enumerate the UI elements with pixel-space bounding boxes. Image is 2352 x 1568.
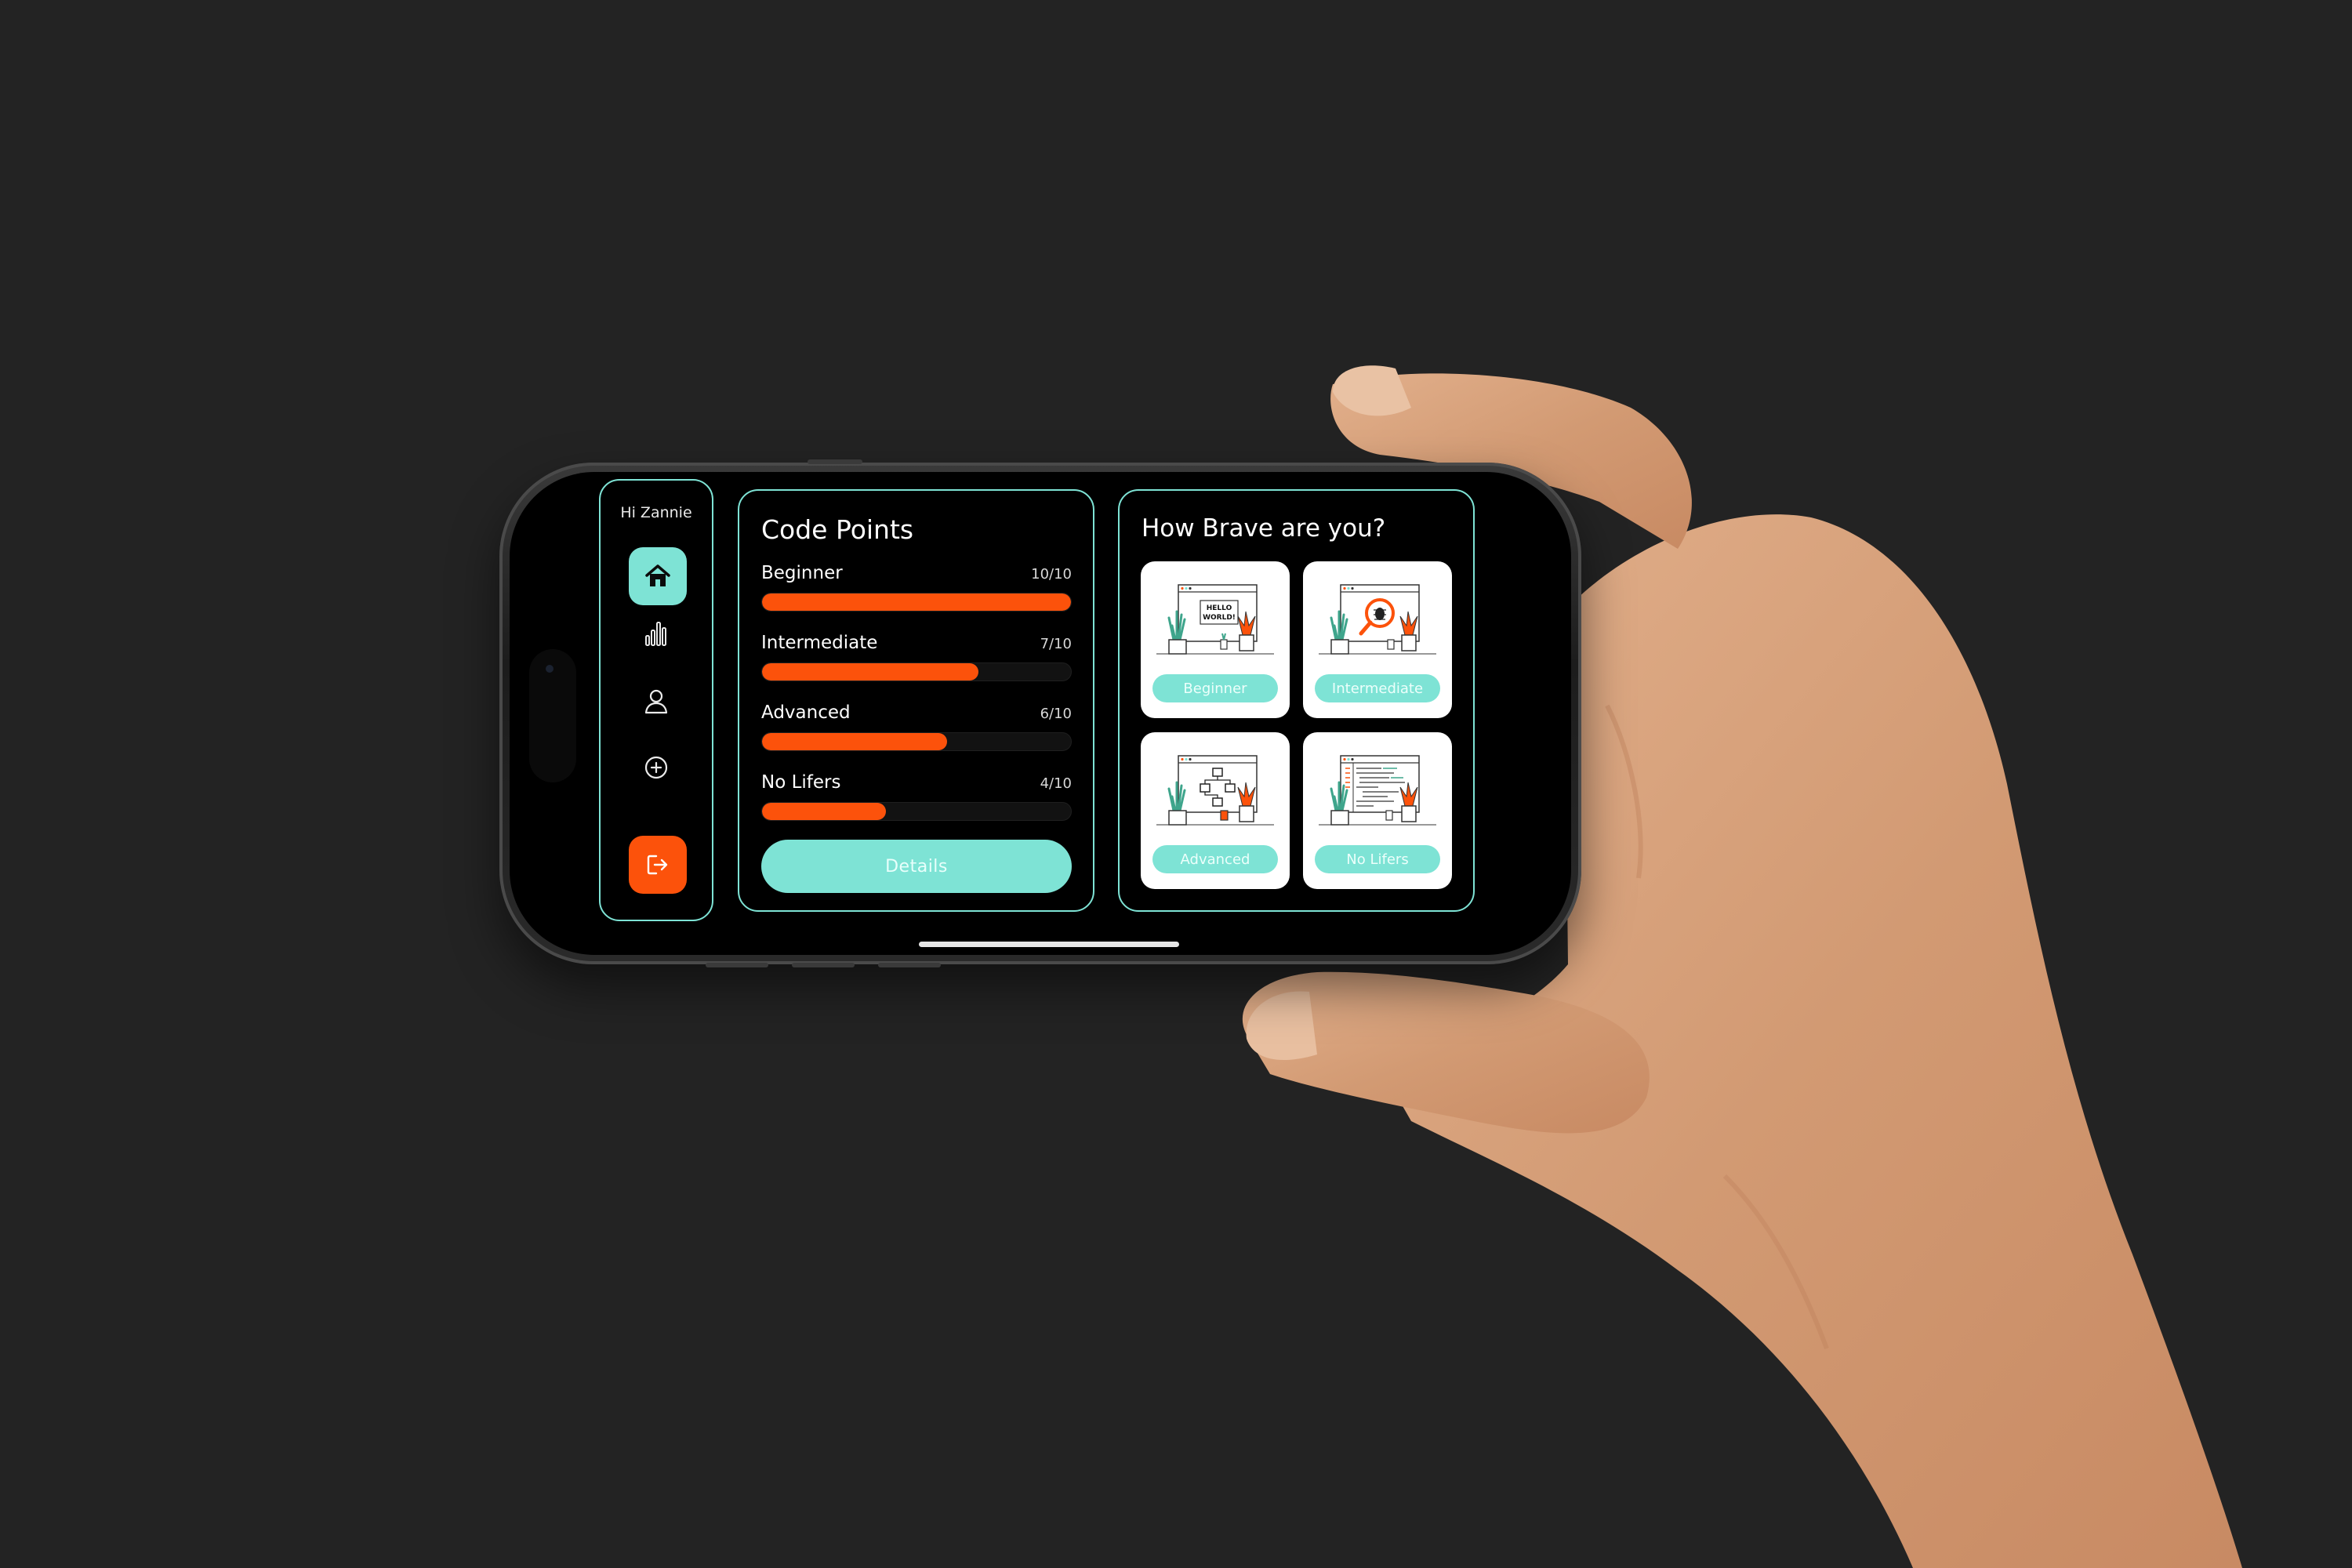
phone-side-button (706, 963, 768, 967)
camera-dot (546, 665, 554, 673)
level-score: 10/10 (1031, 566, 1072, 583)
mockup-stage: Hi Zannie Code Points Beginner 10/10 Int… (0, 0, 2352, 1568)
level-card-no-lifers[interactable]: No Lifers (1303, 732, 1452, 889)
level-card-advanced[interactable]: Advanced (1141, 732, 1290, 889)
bug-search-illustration (1319, 584, 1436, 655)
details-button[interactable]: Details (761, 840, 1072, 893)
level-name: No Lifers (761, 772, 841, 793)
logout-button[interactable] (629, 836, 687, 894)
progress-track (761, 732, 1072, 751)
user-icon (644, 689, 668, 714)
flowchart-illustration (1156, 755, 1274, 826)
level-name: Advanced (761, 702, 851, 723)
code-editor-illustration (1319, 755, 1436, 826)
home-icon (645, 564, 670, 586)
code-points-panel: Code Points Beginner 10/10 Intermediate … (738, 489, 1094, 912)
level-card-beginner[interactable]: HELLO WORLD! Beginner (1141, 561, 1290, 718)
world-text: WORLD! (1203, 614, 1236, 622)
hello-text: HELLO (1207, 604, 1232, 612)
progress-track (761, 593, 1072, 612)
level-score: 7/10 (1040, 636, 1072, 652)
code-points-title: Code Points (761, 514, 914, 545)
progress-track (761, 662, 1072, 681)
phone-side-button (808, 459, 862, 464)
nav-profile-button[interactable] (638, 683, 674, 719)
level-name: Intermediate (761, 633, 878, 653)
brave-title: How Brave are you? (1142, 514, 1386, 543)
progress-fill (762, 663, 978, 681)
logout-icon (647, 855, 668, 875)
progress-fill (762, 593, 1071, 611)
hello-world-illustration: HELLO WORLD! (1156, 584, 1274, 655)
phone-side-button (792, 963, 855, 967)
card-button[interactable]: Intermediate (1315, 674, 1440, 702)
brave-panel: How Brave are you? HELLO WORLD! Beginner (1118, 489, 1475, 912)
level-score: 6/10 (1040, 706, 1072, 722)
level-card-intermediate[interactable]: Intermediate (1303, 561, 1452, 718)
nav-home-button[interactable] (629, 547, 687, 605)
card-button[interactable]: Beginner (1152, 674, 1278, 702)
phone-side-button (878, 963, 941, 967)
progress-track (761, 802, 1072, 821)
greeting: Hi Zannie (620, 504, 692, 521)
nav-stats-button[interactable] (638, 615, 674, 652)
bar-chart-icon (645, 622, 666, 646)
sidebar: Hi Zannie (599, 479, 713, 921)
level-score: 4/10 (1040, 775, 1072, 792)
nav-add-button[interactable] (638, 750, 674, 786)
level-name: Beginner (761, 563, 843, 583)
plus-circle-icon (644, 756, 668, 779)
card-button[interactable]: No Lifers (1315, 845, 1440, 873)
home-indicator[interactable] (919, 942, 1179, 947)
progress-fill (762, 803, 886, 820)
progress-fill (762, 733, 948, 750)
card-button[interactable]: Advanced (1152, 845, 1278, 873)
